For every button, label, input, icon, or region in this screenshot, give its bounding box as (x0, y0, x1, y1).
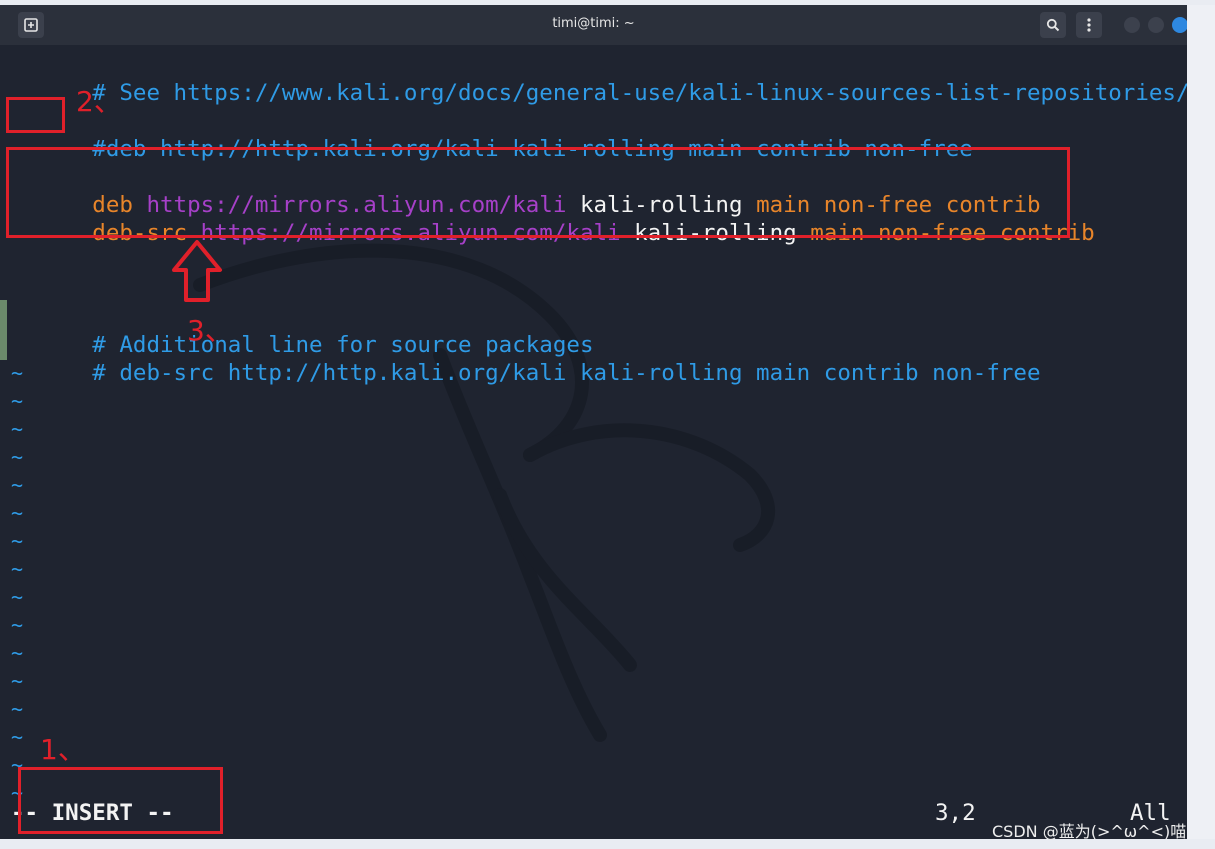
empty-line-marker: ~ (11, 585, 24, 609)
editor-line: # Additional line for source packages (92, 332, 594, 358)
empty-line-marker: ~ (11, 669, 24, 693)
empty-line-marker: ~ (11, 501, 24, 525)
annotation-box-insert-mode (18, 767, 223, 834)
empty-line-marker: ~ (11, 697, 24, 721)
title-bar: timi@timi: ~ (0, 5, 1187, 45)
editor-line: # See https://www.kali.org/docs/general-… (92, 80, 1187, 106)
search-icon[interactable] (1040, 12, 1066, 38)
empty-line-marker: ~ (11, 529, 24, 553)
empty-line-marker: ~ (11, 557, 24, 581)
window-title: timi@timi: ~ (552, 16, 635, 31)
annotation-box-comment (6, 97, 65, 133)
empty-line-marker: ~ (11, 641, 24, 665)
desktop-edge (1187, 5, 1215, 839)
cursor-position: 3,2 (935, 800, 976, 826)
annotation-box-mirror-lines (6, 147, 1070, 238)
empty-line-marker: ~ (11, 361, 24, 385)
empty-line-marker: ~ (11, 613, 24, 637)
editor-line: # deb-src http://http.kali.org/kali kali… (92, 360, 1041, 386)
empty-line-marker: ~ (11, 725, 24, 749)
annotation-label-1: 1、 (40, 733, 86, 766)
annotation-arrow-up-icon (172, 240, 222, 302)
empty-line-marker: ~ (11, 389, 24, 413)
close-button[interactable] (1172, 17, 1187, 33)
empty-line-marker: ~ (11, 445, 24, 469)
minimize-button[interactable] (1124, 17, 1140, 33)
annotation-label-3: 3、 (187, 314, 233, 347)
terminal-window: timi@timi: ~ # See https://www.kali.org/… (0, 5, 1187, 839)
maximize-button[interactable] (1148, 17, 1164, 33)
empty-line-marker: ~ (11, 417, 24, 441)
kali-dragon-watermark-icon (193, 243, 775, 742)
empty-line-marker: ~ (11, 473, 24, 497)
editor-line: #deb http://http.kali.org/kali kali-roll… (92, 136, 973, 162)
annotation-label-2: 2、 (76, 85, 122, 118)
panel-handle[interactable] (0, 300, 7, 360)
watermark-text: CSDN @蓝为(>^ω^<)喵 (992, 822, 1187, 841)
kebab-menu-icon[interactable] (1076, 12, 1102, 38)
